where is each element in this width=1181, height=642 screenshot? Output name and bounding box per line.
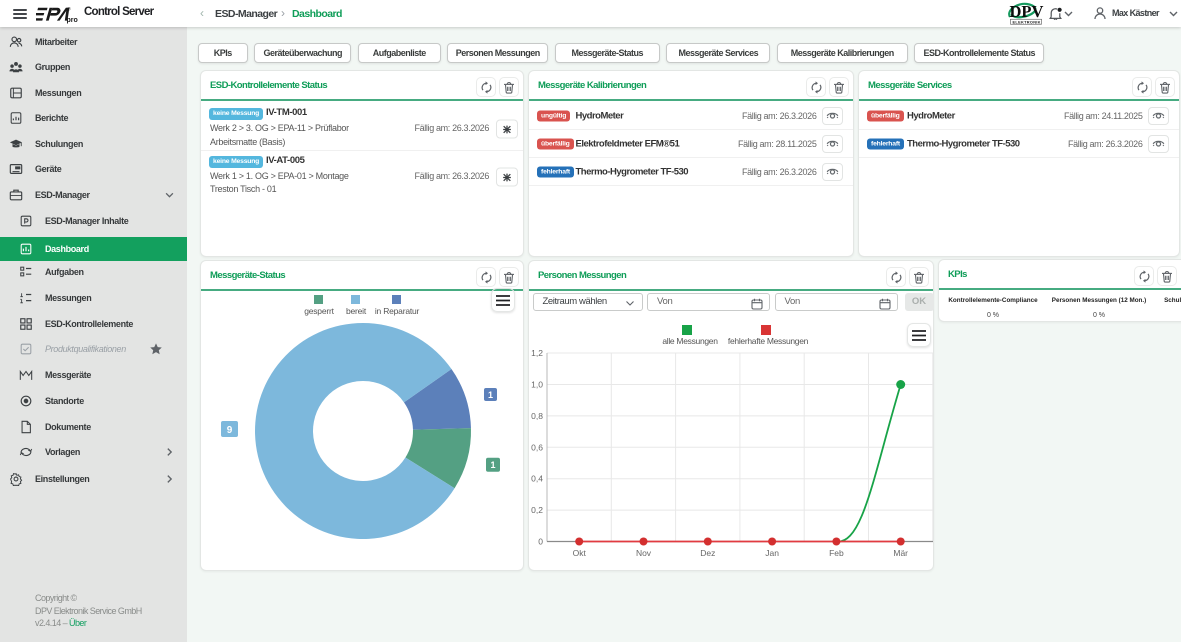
svg-text:0,4: 0,4 [531,474,543,484]
svg-text:0,2: 0,2 [531,505,543,515]
svg-text:1,2: 1,2 [531,348,543,358]
svg-text:DPV: DPV [1010,2,1044,21]
svg-text:1: 1 [490,460,495,470]
svg-text:0: 0 [538,537,543,547]
svg-text:ELEKTRONIK: ELEKTRONIK [1013,19,1041,24]
svg-text:1,0: 1,0 [531,380,543,390]
svg-text:Okt: Okt [573,548,587,558]
svg-text:pro: pro [67,17,78,24]
svg-text:Mär: Mär [893,548,908,558]
svg-text:Dez: Dez [700,548,715,558]
svg-text:0,8: 0,8 [531,411,543,421]
svg-text:Feb: Feb [829,548,844,558]
svg-text:0,6: 0,6 [531,442,543,452]
svg-text:®: ® [68,6,72,12]
svg-text:Nov: Nov [636,548,652,558]
svg-text:9: 9 [227,425,233,436]
svg-text:1: 1 [488,390,493,400]
svg-text:Jan: Jan [765,548,779,558]
